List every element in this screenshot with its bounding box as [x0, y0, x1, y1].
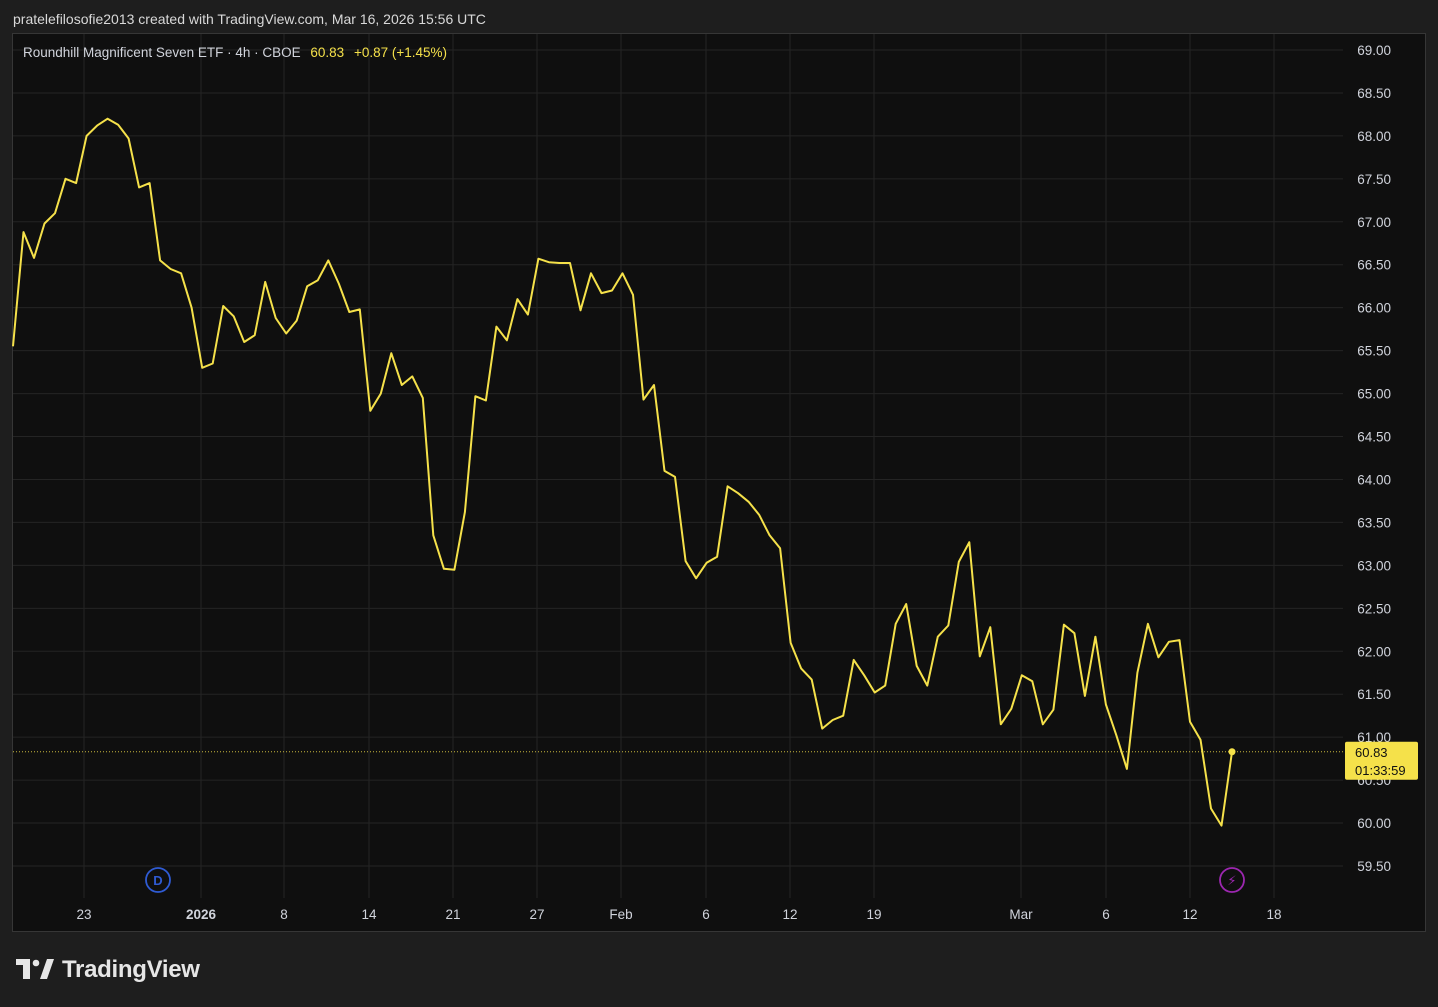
marker-glyph: ⚡ — [1227, 873, 1236, 888]
y-tick-label: 69.00 — [1357, 43, 1391, 58]
y-tick-label: 63.00 — [1357, 558, 1391, 573]
y-tick-label: 62.50 — [1357, 601, 1391, 616]
x-tick-label: 8 — [280, 907, 288, 922]
y-tick-label: 64.50 — [1357, 430, 1391, 445]
y-tick-label: 61.50 — [1357, 687, 1391, 702]
change-value: +0.87 (+1.45%) — [353, 45, 448, 60]
last-price-dot — [1228, 748, 1236, 756]
x-tick-label: 2026 — [186, 907, 217, 922]
x-tick-label: Feb — [609, 907, 632, 922]
x-tick-label: 12 — [782, 907, 797, 922]
x-tick-label: 19 — [866, 907, 881, 922]
symbol-title: Roundhill Magnificent Seven ETF · 4h · C… — [23, 45, 301, 60]
y-tick-label: 64.00 — [1357, 472, 1391, 487]
x-tick-label: 6 — [1102, 907, 1110, 922]
y-tick-label: 68.50 — [1357, 86, 1391, 101]
y-tick-label: 59.50 — [1357, 859, 1391, 874]
tradingview-logo-icon — [16, 959, 54, 979]
price-label: 60.83 01:33:59 — [1345, 741, 1418, 780]
y-tick-label: 67.50 — [1357, 172, 1391, 187]
bar-countdown: 01:33:59 — [1355, 763, 1406, 778]
y-tick-label: 62.00 — [1357, 644, 1391, 659]
y-tick-label: 60.00 — [1357, 816, 1391, 831]
series-legend[interactable]: Roundhill Magnificent Seven ETF · 4h · C… — [23, 45, 447, 60]
x-tick-label: 18 — [1266, 907, 1281, 922]
marker-glyph: D — [153, 873, 162, 888]
y-tick-label: 67.00 — [1357, 215, 1391, 230]
x-tick-label: Mar — [1009, 907, 1033, 922]
y-tick-label: 66.00 — [1357, 301, 1391, 316]
dividend-icon[interactable]: D — [145, 867, 171, 893]
y-tick-label: 63.50 — [1357, 515, 1391, 530]
x-tick-label: 23 — [76, 907, 91, 922]
x-tick-label: 27 — [529, 907, 544, 922]
tradingview-logo[interactable]: TradingView — [16, 955, 200, 985]
earnings-flash-icon[interactable]: ⚡ — [1219, 867, 1245, 893]
x-tick-label: 14 — [361, 907, 377, 922]
brand-name: TradingView — [62, 956, 200, 983]
y-tick-label: 65.00 — [1357, 387, 1391, 402]
x-tick-label: 6 — [702, 907, 710, 922]
y-tick-label: 68.00 — [1357, 129, 1391, 144]
last-value: 60.83 — [310, 45, 345, 60]
price-label-value: 60.83 — [1355, 745, 1388, 760]
x-tick-label: 21 — [445, 907, 460, 922]
y-tick-label: 65.50 — [1357, 344, 1391, 359]
price-chart[interactable]: 69.00 68.50 68.00 67.50 67.00 66.50 66.00 65.50… — [0, 0, 1438, 1007]
x-tick-label: 12 — [1182, 907, 1197, 922]
price-series-line — [12, 117, 1233, 827]
y-tick-label: 66.50 — [1357, 258, 1391, 273]
